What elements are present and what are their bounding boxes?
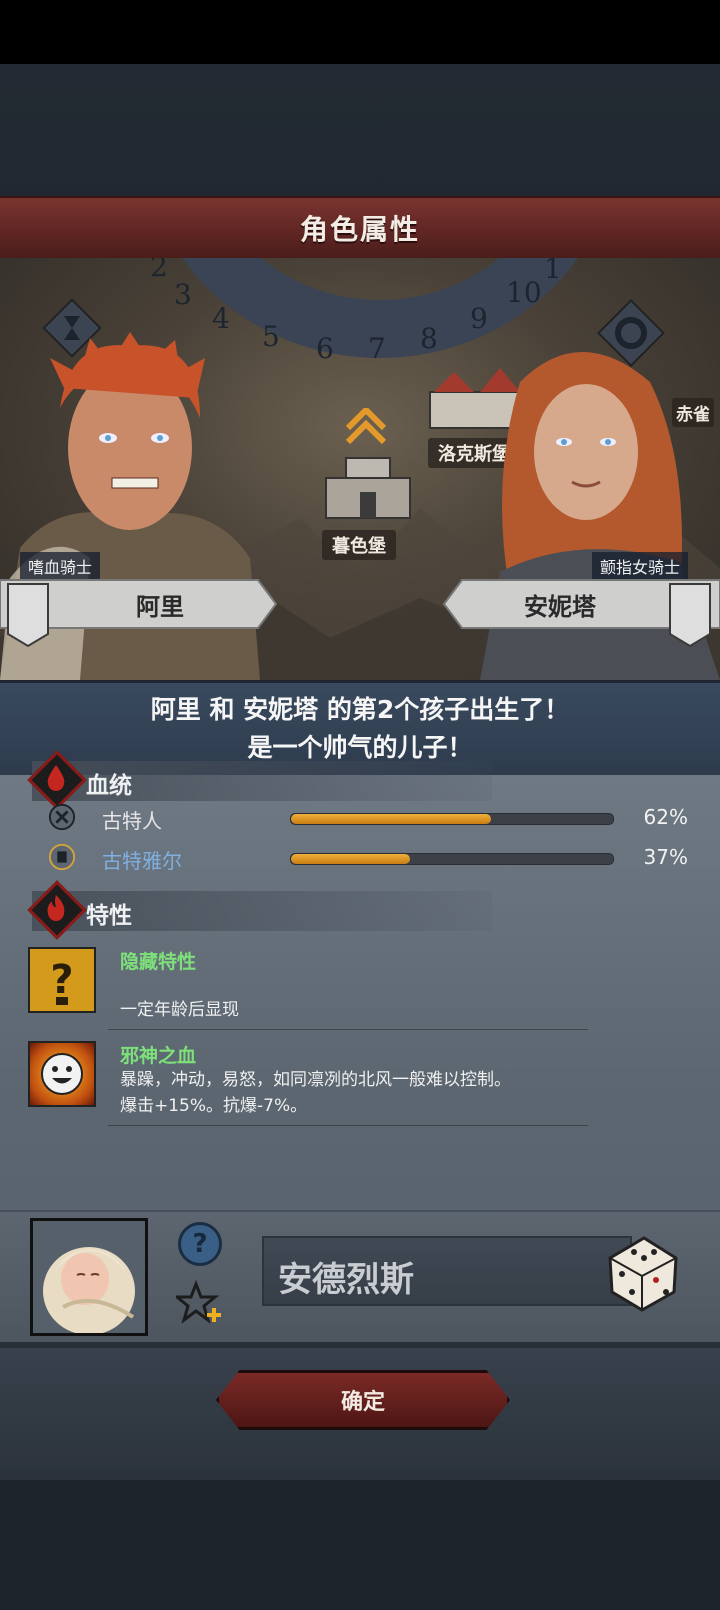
bloodline-section-header: 血统	[27, 750, 492, 810]
dial-number: 3	[174, 278, 192, 311]
blood-drop-icon-glyph	[47, 765, 65, 791]
bloodline-row: 古特人 62%	[48, 801, 688, 835]
dial-number: 1	[544, 258, 562, 285]
mother-name: 安妮塔	[524, 592, 596, 621]
trait-description: 爆击+15%。抗爆-7%。	[120, 1096, 308, 1116]
bloodline-bar-fill	[291, 854, 411, 864]
mother-shield-icon[interactable]	[668, 582, 712, 648]
bloodline-bar	[290, 853, 614, 865]
svg-text:?: ?	[50, 957, 73, 1003]
background-bottom	[0, 1480, 720, 1610]
trait-description: 暴躁，冲动，易怒，如同凛冽的北风一般难以控制。	[120, 1070, 511, 1090]
title-banner: 角色属性	[0, 196, 720, 260]
child-info: ? 安德烈斯	[0, 1210, 720, 1344]
axes-emblem-icon	[48, 803, 76, 831]
dial-number: 7	[368, 332, 386, 365]
trait-name: 隐藏特性	[120, 951, 197, 973]
announcement-line-1: 阿里 和 安妮塔 的第2个孩子出生了！	[150, 695, 570, 724]
trait-description: 一定年龄后显现	[120, 1000, 239, 1020]
father-shield-icon[interactable]	[6, 582, 50, 648]
bloodline-row: 古特雅尔 37%	[48, 841, 688, 875]
traits-section-header: 特性	[27, 880, 492, 940]
bloodline-percent: 62%	[643, 805, 688, 829]
baby-portrait	[30, 1218, 148, 1336]
bloodline-name: 古特人	[102, 809, 162, 833]
question-mark-icon: ?	[28, 947, 96, 1013]
star-plus-icon[interactable]	[176, 1280, 226, 1326]
child-name-input[interactable]: 安德烈斯	[262, 1236, 632, 1306]
help-icon[interactable]: ?	[178, 1222, 222, 1266]
dial-number: 10	[506, 276, 542, 309]
page-title: 角色属性	[299, 213, 420, 246]
dial-number: 6	[316, 332, 334, 365]
bloodline-percent: 37%	[643, 845, 688, 869]
trait-name: 邪神之血	[120, 1045, 197, 1067]
divider	[108, 1125, 588, 1126]
place-label-castle: 暮色堡	[322, 530, 396, 560]
bloodline-name: 古特雅尔	[102, 849, 182, 873]
dial-number: 8	[420, 322, 438, 355]
divider	[108, 1029, 588, 1030]
bloodline-heading: 血统	[86, 773, 132, 799]
father-name: 阿里	[136, 592, 184, 621]
castle-icon[interactable]	[318, 408, 418, 528]
smiley-face-icon	[28, 1041, 96, 1107]
dice-icon[interactable]	[604, 1230, 680, 1312]
dial-number: 2	[150, 258, 168, 283]
scene-map: 2 3 4 5 6 7 8 9 10 1 暮色堡 洛克斯堡 赤雀 嗜血骑士 颤指…	[0, 258, 720, 680]
bloodline-bar-fill	[291, 814, 491, 824]
traits-heading: 特性	[86, 903, 132, 929]
bloodline-bar	[290, 813, 614, 825]
confirm-button[interactable]: 确定	[216, 1370, 510, 1430]
dial-number: 9	[470, 302, 488, 335]
flame-icon-glyph	[47, 895, 65, 921]
tower-emblem-icon	[48, 843, 76, 871]
status-bar	[0, 0, 720, 64]
